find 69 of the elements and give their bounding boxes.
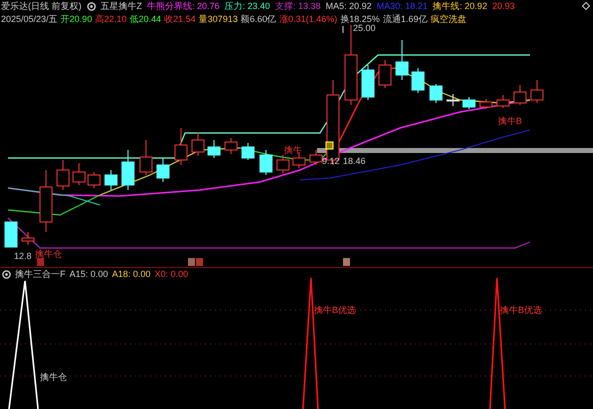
leader-line: [342, 26, 344, 34]
candlestick: [430, 84, 442, 104]
quote-value: 疯空洗盘: [430, 15, 466, 24]
quote-value: 涨0.31(1.46%): [279, 15, 338, 24]
candlestick: [276, 154, 290, 174]
candlestick: [446, 94, 460, 106]
candlestick: [22, 232, 34, 246]
signal-label: 擒牛B优选: [314, 305, 356, 315]
signal-marker: [343, 258, 350, 266]
candlestick: [514, 84, 526, 106]
candlestick: [260, 150, 272, 176]
indicator-value: A15: 0.00: [70, 270, 108, 279]
candlestick: [104, 170, 118, 190]
candlestick: [192, 132, 204, 156]
price-label: 18.46: [343, 156, 366, 166]
indicator-value: 支撑: 13.38: [275, 2, 321, 11]
quote-value: 换18.25%: [340, 15, 380, 24]
candlestick: [208, 140, 220, 158]
quote-value: 量307913: [198, 15, 238, 24]
quote-value: 收21.54: [164, 15, 196, 24]
quote-value: 额6.60亿: [240, 15, 276, 24]
candlestick: [122, 150, 134, 190]
candlestick: [88, 172, 100, 188]
indicator-value: X0: 0.00: [154, 270, 188, 279]
candlestick: [396, 40, 408, 80]
candlestick: [462, 96, 476, 110]
signal-label: 擒牛B: [498, 116, 522, 126]
candlestick: [4, 222, 18, 248]
candlestick: [140, 140, 152, 176]
candlestick: [496, 94, 510, 108]
candlestick: [412, 68, 424, 94]
stock-title: 爱乐达(日线 前复权): [1, 2, 82, 11]
indicator-value: MA5: 20.92: [326, 2, 372, 11]
indicator-name: 擒牛三合一F: [15, 270, 66, 279]
indicator-value: A18: 0.00: [112, 270, 151, 279]
quote-value: 流通1.69亿: [382, 15, 428, 24]
settings-icon[interactable]: [86, 2, 96, 11]
signal-marker: [326, 142, 334, 150]
price-label: 12.8: [14, 251, 32, 261]
candlestick: [224, 138, 238, 154]
signal-label: 擒牛: [284, 145, 302, 155]
candlestick: [242, 142, 254, 160]
signal-label: 擒牛仓: [40, 372, 67, 382]
quote-value: 开20.90: [60, 15, 92, 24]
candlestick: [530, 80, 544, 104]
candlestick: [156, 158, 170, 182]
candlestick: [40, 170, 52, 232]
signal-marker: [37, 258, 44, 266]
candlestick: [378, 60, 392, 88]
indicator-value: 牛熊分界线: 20.76: [147, 2, 220, 11]
indicator-value: 20.93: [492, 2, 515, 11]
signal-label: 擒牛B优选: [500, 305, 542, 315]
indicator-value: 压力: 23.40: [224, 2, 270, 11]
indicator-name: 五星擒牛Z: [100, 2, 142, 11]
diamond-icon[interactable]: [582, 2, 590, 10]
signal-label: 擒牛仓: [35, 249, 62, 259]
indicator-value: 擒牛线: 20.92: [432, 2, 488, 11]
quote-value: 2025/05/23/五: [1, 15, 58, 24]
candlestick: [310, 150, 322, 166]
candlestick: [480, 98, 492, 110]
candlestick: [72, 162, 86, 186]
price-label: 25.00: [353, 23, 376, 33]
quote-value: 低20.44: [130, 15, 162, 24]
candlestick: [362, 64, 374, 100]
candlestick: [174, 128, 188, 166]
settings-icon[interactable]: [2, 270, 11, 279]
indicator-value: MA30: 18.21: [376, 2, 428, 11]
candlestick: [56, 160, 70, 190]
quote-value: 高22.10: [95, 15, 127, 24]
